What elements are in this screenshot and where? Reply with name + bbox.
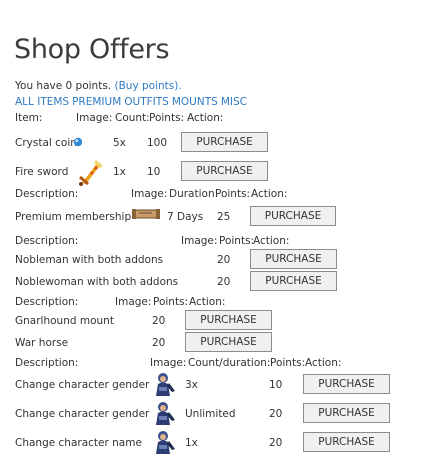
items-header-action: Action: xyxy=(187,112,224,124)
outfit-points: 20 xyxy=(217,254,231,266)
premium-duration: 7 Days xyxy=(167,211,204,223)
mounts-header-points: Points: xyxy=(153,296,189,308)
misc-header-points: Points: xyxy=(270,357,306,369)
mount-points: 20 xyxy=(152,337,166,349)
items-header-points: Points: xyxy=(149,112,185,124)
item-points: 100 xyxy=(147,137,168,149)
premium-name: Premium membership xyxy=(15,211,132,223)
character-icon xyxy=(156,402,175,425)
nav-premium[interactable]: PREMIUM xyxy=(72,96,121,108)
category-nav: ALL ITEMS PREMIUM OUTFITS MOUNTS MISC xyxy=(15,96,250,108)
mounts-header-image: Image: xyxy=(115,296,152,308)
premium-header-duration: Duration: xyxy=(169,188,219,200)
premium-header-description: Description: xyxy=(15,188,79,200)
purchase-button[interactable]: PURCHASE xyxy=(303,432,390,452)
purchase-button[interactable]: PURCHASE xyxy=(250,249,337,269)
item-count: 1x xyxy=(113,166,126,178)
buy-points-link[interactable]: (Buy points). xyxy=(114,80,181,92)
misc-points: 20 xyxy=(269,408,283,420)
nav-mounts[interactable]: MOUNTS xyxy=(172,96,218,108)
outfits-header-action: Action: xyxy=(253,235,290,247)
purchase-button[interactable]: PURCHASE xyxy=(181,161,268,181)
item-name: Fire sword xyxy=(15,166,69,178)
misc-name: Change character gender xyxy=(15,408,150,420)
mounts-header-action: Action: xyxy=(189,296,226,308)
item-points: 10 xyxy=(147,166,161,178)
misc-points: 20 xyxy=(269,437,283,449)
outfits-header-image: Image: xyxy=(181,235,218,247)
misc-name: Change character gender xyxy=(15,379,150,391)
outfit-points: 20 xyxy=(217,276,231,288)
premium-header-action: Action: xyxy=(251,188,288,200)
purchase-button[interactable]: PURCHASE xyxy=(181,132,268,152)
misc-header-action: Action: xyxy=(305,357,342,369)
outfit-name: Nobleman with both addons xyxy=(15,254,164,266)
outfits-header-points: Points: xyxy=(219,235,255,247)
mount-name: War horse xyxy=(15,337,69,349)
outfit-name: Noblewoman with both addons xyxy=(15,276,179,288)
misc-name: Change character name xyxy=(15,437,142,449)
mounts-header-description: Description: xyxy=(15,296,79,308)
misc-count: Unlimited xyxy=(185,408,236,420)
items-header-item: Item: xyxy=(15,112,43,124)
points-info: You have 0 points. (Buy points). xyxy=(15,80,182,92)
character-icon xyxy=(156,431,175,454)
purchase-button[interactable]: PURCHASE xyxy=(250,206,336,226)
item-name: Crystal coin xyxy=(15,137,77,149)
fire-sword-icon xyxy=(79,160,103,186)
purchase-button[interactable]: PURCHASE xyxy=(250,271,337,291)
misc-points: 10 xyxy=(269,379,283,391)
crystal-coin-icon xyxy=(73,137,83,147)
misc-count: 3x xyxy=(185,379,198,391)
character-icon xyxy=(156,373,175,396)
nav-all-items[interactable]: ALL ITEMS xyxy=(15,96,69,108)
misc-count: 1x xyxy=(185,437,198,449)
mount-points: 20 xyxy=(152,315,166,327)
purchase-button[interactable]: PURCHASE xyxy=(185,310,272,330)
points-text: You have 0 points. xyxy=(15,80,112,92)
item-count: 5x xyxy=(113,137,126,149)
misc-header-image: Image: xyxy=(150,357,187,369)
purchase-button[interactable]: PURCHASE xyxy=(303,374,390,394)
purchase-button[interactable]: PURCHASE xyxy=(185,332,272,352)
premium-scroll-icon xyxy=(132,209,160,219)
items-header-count: Count: xyxy=(115,112,150,124)
premium-points: 25 xyxy=(217,211,231,223)
mount-name: Gnarlhound mount xyxy=(15,315,114,327)
nav-misc[interactable]: MISC xyxy=(221,96,247,108)
items-header-image: Image: xyxy=(76,112,113,124)
premium-header-image: Image: xyxy=(131,188,168,200)
misc-header-description: Description: xyxy=(15,357,79,369)
misc-header-count-duration: Count/duration: xyxy=(188,357,271,369)
purchase-button[interactable]: PURCHASE xyxy=(303,403,390,423)
page-title: Shop Offers xyxy=(14,34,170,65)
nav-outfits[interactable]: OUTFITS xyxy=(124,96,169,108)
premium-header-points: Points: xyxy=(215,188,251,200)
outfits-header-description: Description: xyxy=(15,235,79,247)
